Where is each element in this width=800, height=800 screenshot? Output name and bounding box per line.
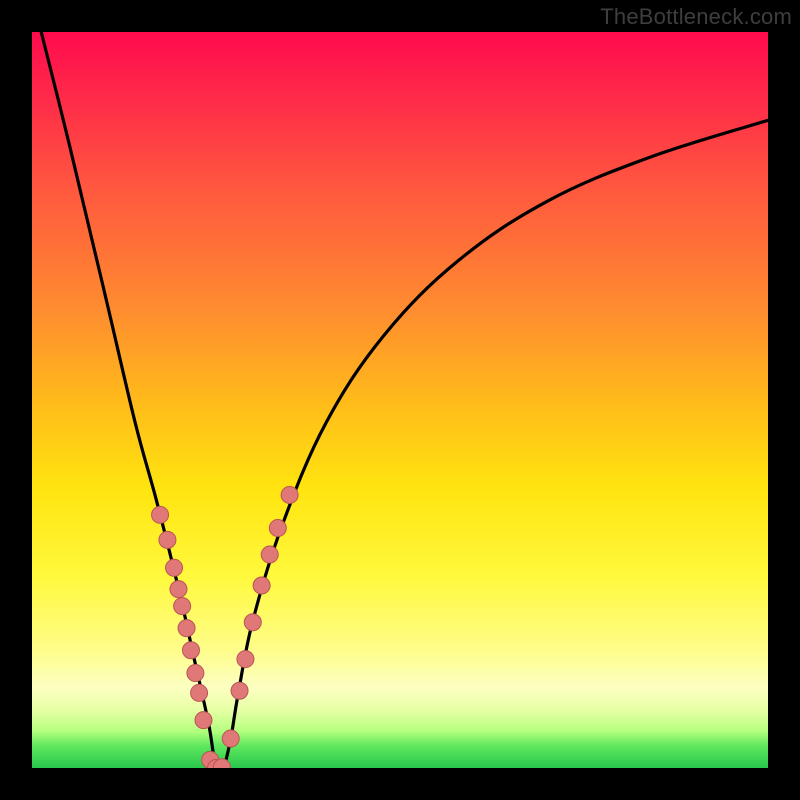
data-marker xyxy=(244,614,261,631)
data-marker xyxy=(166,559,183,576)
data-marker xyxy=(170,581,187,598)
data-marker xyxy=(195,712,212,729)
data-marker xyxy=(187,665,204,682)
chart-frame: TheBottleneck.com xyxy=(0,0,800,800)
data-marker xyxy=(222,730,239,747)
data-marker xyxy=(237,651,254,668)
data-marker xyxy=(178,620,195,637)
data-marker xyxy=(152,506,169,523)
data-marker xyxy=(191,684,208,701)
data-marker xyxy=(269,520,286,537)
data-marker xyxy=(231,682,248,699)
watermark-text: TheBottleneck.com xyxy=(600,4,792,30)
data-marker xyxy=(174,598,191,615)
data-marker xyxy=(261,546,278,563)
data-marker xyxy=(253,577,270,594)
data-marker xyxy=(281,486,298,503)
data-marker xyxy=(159,531,176,548)
marker-group xyxy=(152,486,299,768)
plot-area xyxy=(32,32,768,768)
curve-layer xyxy=(32,32,768,768)
bottleneck-curve xyxy=(32,32,768,768)
data-marker xyxy=(182,642,199,659)
